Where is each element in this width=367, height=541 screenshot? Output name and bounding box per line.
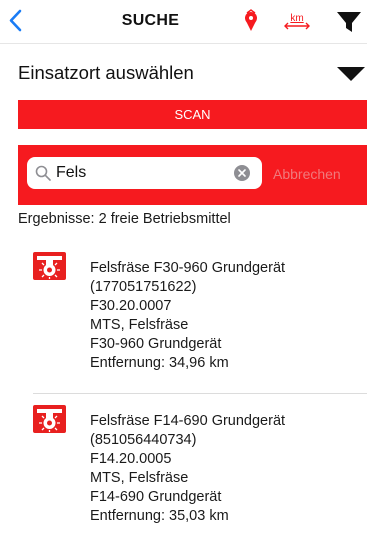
back-button[interactable] <box>6 6 34 36</box>
milling-machine-icon <box>33 405 66 433</box>
search-icon <box>35 165 51 181</box>
milling-machine-icon <box>33 252 66 280</box>
chevron-left-icon <box>9 9 22 32</box>
result-details: Felsfräse F14-690 Grundgerät (8510564407… <box>90 412 360 526</box>
result-code: F14.20.0005 <box>90 451 172 467</box>
search-field <box>27 157 262 189</box>
result-id: (851056440734) <box>90 432 197 448</box>
result-title: Felsfräse F14-690 Grundgerät <box>90 413 286 429</box>
ruler-icon: km <box>284 13 310 30</box>
scan-button[interactable]: SCAN <box>18 100 367 129</box>
result-distance: Entfernung: 34,96 km <box>90 355 229 371</box>
navigation-bar: SUCHE km <box>0 0 367 44</box>
search-bar: Abbrechen <box>18 145 367 205</box>
map-pin-icon <box>245 9 257 31</box>
search-input[interactable] <box>56 162 232 184</box>
result-distance: Entfernung: 35,03 km <box>90 508 229 524</box>
results-summary: Ergebnisse: 2 freie Betriebsmittel <box>18 211 231 227</box>
result-model: F14-690 Grundgerät <box>90 489 222 505</box>
location-label: Einsatzort auswählen <box>18 62 194 83</box>
location-selector[interactable]: Einsatzort auswählen <box>18 60 367 88</box>
result-title: Felsfräse F30-960 Grundgerät <box>90 260 286 276</box>
funnel-icon <box>337 12 361 32</box>
result-id: (177051751622) <box>90 279 197 295</box>
result-details: Felsfräse F30-960 Grundgerät (1770517516… <box>90 259 360 373</box>
map-button[interactable] <box>236 7 266 37</box>
result-model: F30-960 Grundgerät <box>90 336 222 352</box>
result-category: MTS, Felsfräse <box>90 470 189 486</box>
result-code: F30.20.0007 <box>90 298 172 314</box>
divider <box>33 393 367 394</box>
triangle-down-icon <box>337 67 365 81</box>
cancel-button[interactable]: Abbrechen <box>273 166 341 182</box>
filter-button[interactable] <box>334 7 364 37</box>
distance-button[interactable]: km <box>282 7 312 37</box>
result-category: MTS, Felsfräse <box>90 317 189 333</box>
clear-icon[interactable] <box>234 165 250 181</box>
distance-label: km <box>290 13 303 24</box>
